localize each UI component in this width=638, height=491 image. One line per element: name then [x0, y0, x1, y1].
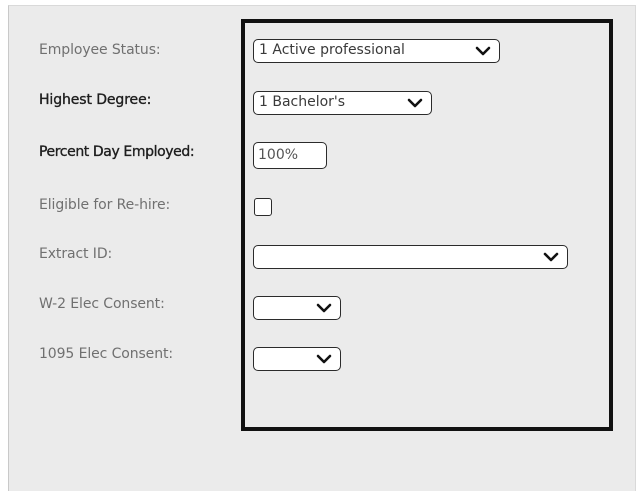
chevron-down-icon [316, 354, 332, 364]
employee-status-value: 1 Active professional [259, 42, 405, 58]
consent-1095-label: 1095 Elec Consent: [39, 346, 173, 362]
w2-consent-label: W-2 Elec Consent: [39, 296, 165, 312]
chevron-down-icon [316, 303, 332, 313]
highest-degree-select[interactable]: 1 Bachelor's [253, 91, 432, 115]
extract-id-select[interactable] [253, 245, 568, 269]
employee-status-label: Employee Status: [39, 42, 161, 58]
chevron-down-icon [407, 98, 423, 108]
consent-1095-select[interactable] [253, 347, 341, 371]
highest-degree-value: 1 Bachelor's [259, 94, 346, 110]
percent-day-employed-field[interactable]: 100% [253, 142, 327, 169]
highest-degree-label: Highest Degree: [39, 92, 152, 108]
eligible-rehire-checkbox[interactable] [254, 198, 272, 216]
chevron-down-icon [543, 252, 559, 262]
eligible-rehire-label: Eligible for Re-hire: [39, 197, 171, 213]
percent-day-employed-label: Percent Day Employed: [39, 144, 195, 160]
w2-consent-select[interactable] [253, 296, 341, 320]
chevron-down-icon [475, 46, 491, 56]
employee-status-select[interactable]: 1 Active professional [253, 39, 500, 63]
extract-id-label: Extract ID: [39, 246, 113, 262]
